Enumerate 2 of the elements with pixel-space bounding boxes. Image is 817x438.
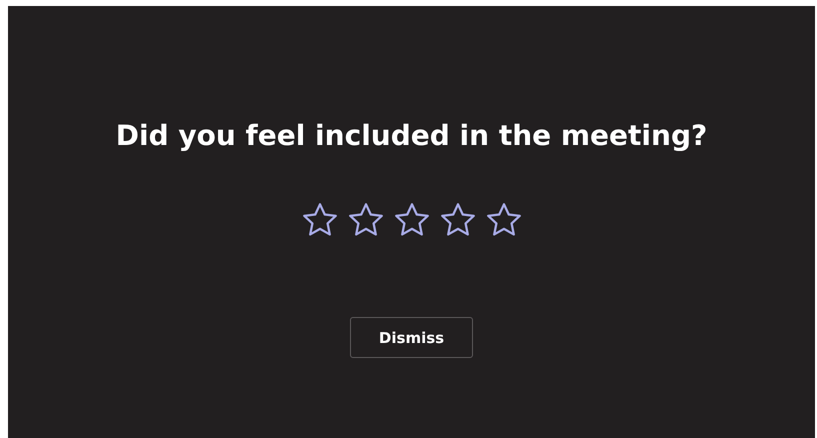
question-text: Did you feel included in the meeting? <box>116 118 708 154</box>
dismiss-button[interactable]: Dismiss <box>350 317 473 358</box>
